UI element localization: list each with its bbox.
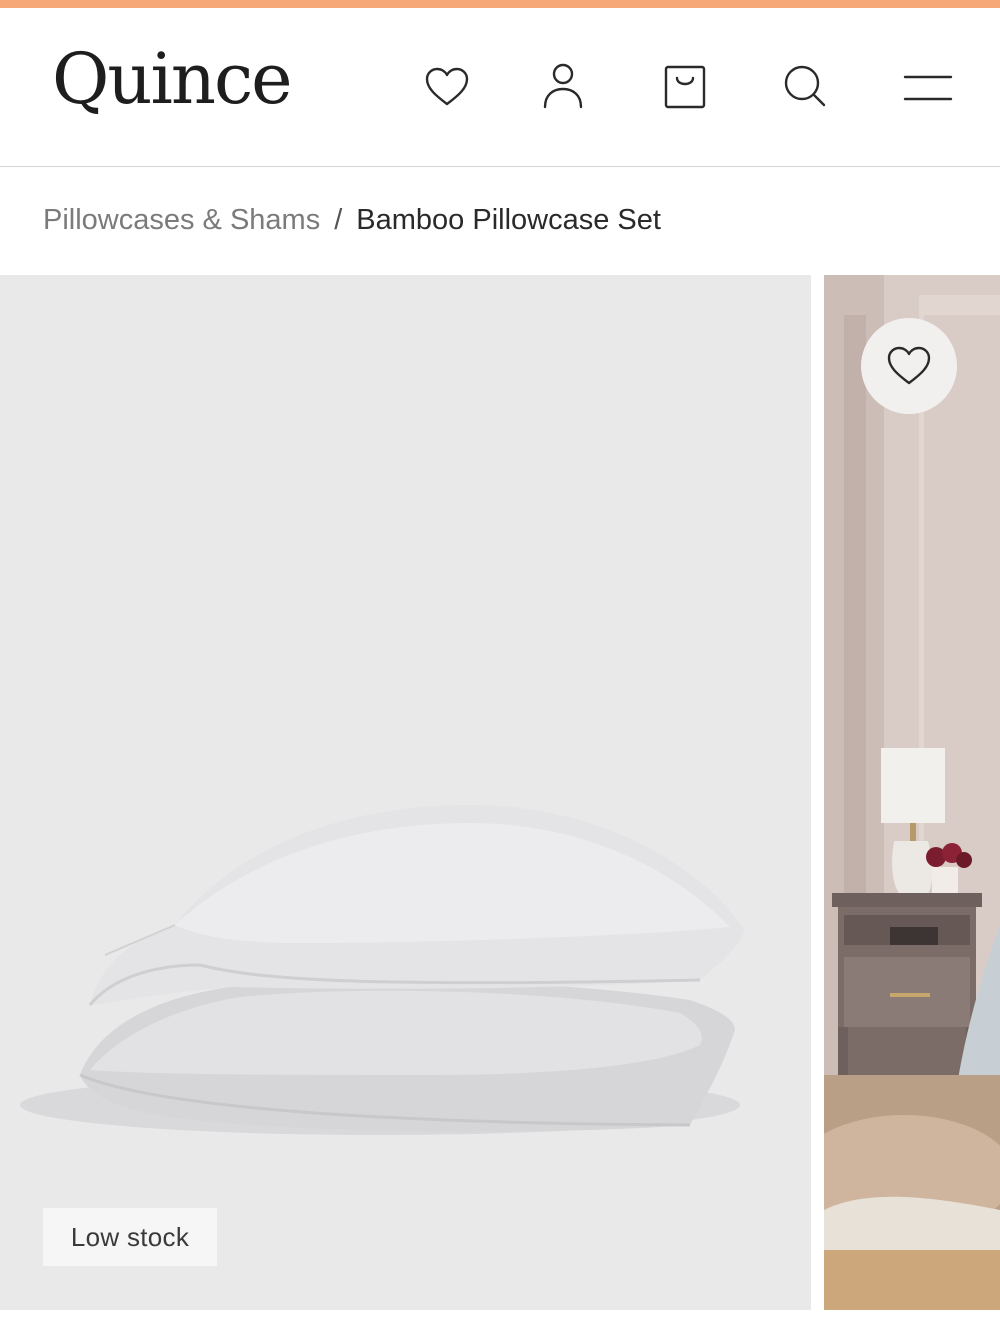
cart-button[interactable] <box>656 58 714 116</box>
low-stock-badge: Low stock <box>43 1208 217 1266</box>
shopping-bag-icon <box>664 65 706 109</box>
menu-icon <box>903 75 953 101</box>
product-image-gallery[interactable]: Low stock <box>0 275 1000 1310</box>
menu-button[interactable] <box>898 58 956 116</box>
search-icon <box>784 65 826 107</box>
breadcrumb-separator: / <box>334 203 343 236</box>
heart-icon <box>425 67 469 106</box>
search-button[interactable] <box>776 58 834 116</box>
pillowcase-product-image <box>20 805 745 1135</box>
wishlist-button[interactable] <box>418 58 476 116</box>
product-image-main[interactable]: Low stock <box>0 275 811 1310</box>
account-button[interactable] <box>534 58 592 116</box>
breadcrumb: Pillowcases & Shams / Bamboo Pillowcase … <box>43 200 661 240</box>
product-image-secondary[interactable] <box>824 275 1000 1310</box>
account-icon <box>543 63 583 109</box>
site-header: Quince <box>0 8 1000 167</box>
breadcrumb-link-pillowcases[interactable]: Pillowcases & Shams <box>43 204 320 237</box>
heart-icon <box>887 346 931 385</box>
breadcrumb-current-page: Bamboo Pillowcase Set <box>356 203 661 236</box>
bedroom-lifestyle-image <box>824 275 1000 1310</box>
promo-accent-bar <box>0 0 1000 8</box>
brand-logo[interactable]: Quince <box>52 44 293 114</box>
add-to-wishlist-button[interactable] <box>861 318 957 414</box>
